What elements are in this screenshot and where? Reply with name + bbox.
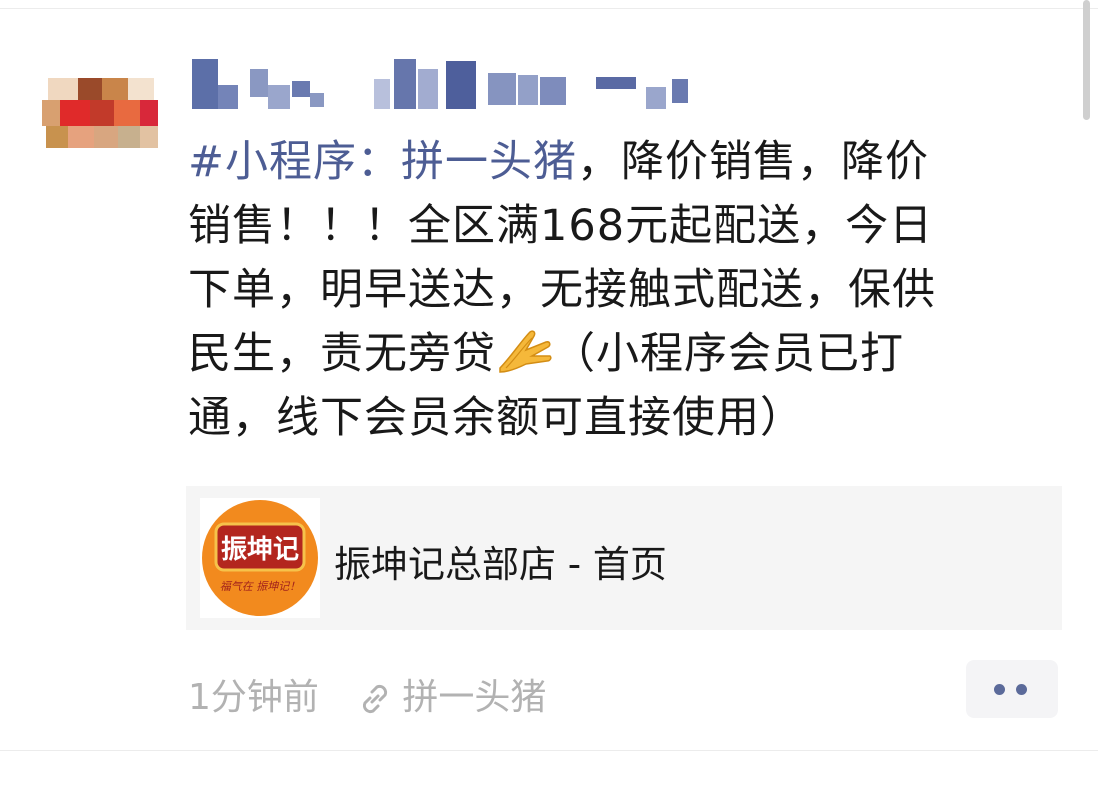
body-line-1: ，降价销售，降价: [577, 137, 930, 187]
topic-link[interactable]: #小程序：拼一头猪: [188, 137, 577, 187]
post-body: #小程序：拼一头猪，降价销售，降价 销售！！！全区满168元起配送，今日 下单，…: [188, 130, 1058, 450]
body-line-4: 民生，责无旁贷: [188, 329, 496, 379]
author-name[interactable]: [188, 55, 708, 115]
more-dot-icon: [994, 684, 1005, 695]
store-logo: 振坤记 福气在 振坤记！: [200, 498, 320, 618]
store-logo-text: 振坤记: [221, 535, 299, 565]
link-card[interactable]: 振坤记 福气在 振坤记！ 振坤记总部店 - 首页: [186, 486, 1062, 630]
avatar[interactable]: [40, 68, 158, 158]
more-actions-button[interactable]: [966, 660, 1058, 718]
pray-hands-icon: [496, 328, 552, 374]
body-line-5: （小程序会员已打: [552, 329, 904, 379]
scrollbar[interactable]: [1083, 0, 1090, 120]
post-meta: 1分钟前 拼一头猪: [188, 668, 546, 720]
link-card-title: 振坤记总部店 - 首页: [334, 543, 667, 586]
bottom-divider: [0, 750, 1098, 751]
more-dot-icon: [1016, 684, 1027, 695]
body-line-6: 通，线下会员余额可直接使用）: [188, 393, 804, 443]
source-link[interactable]: 拼一头猪: [356, 668, 546, 720]
body-line-2: 销售！！！全区满168元起配送，今日: [188, 201, 934, 251]
top-divider: [0, 8, 1098, 9]
source-label: 拼一头猪: [402, 677, 547, 718]
link-icon: [356, 680, 394, 718]
store-logo-subtext: 福气在 振坤记！: [220, 580, 301, 593]
post-time: 1分钟前: [188, 677, 319, 718]
body-line-3: 下单，明早送达，无接触式配送，保供: [188, 265, 936, 315]
